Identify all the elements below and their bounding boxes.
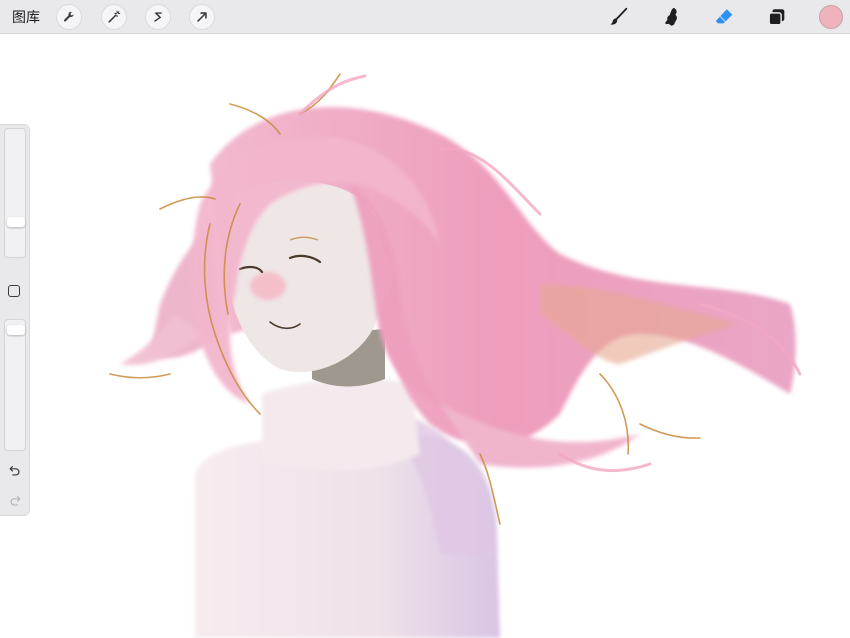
layers-icon [768, 9, 785, 26]
eraser-icon [715, 9, 733, 24]
transform-arrow-icon [197, 12, 207, 22]
wrench-icon [63, 11, 74, 22]
actions-button[interactable] [57, 5, 81, 29]
drawing-canvas[interactable] [0, 34, 850, 638]
transform-button[interactable] [190, 5, 214, 29]
layers-tool[interactable] [764, 4, 790, 30]
eraser-tool[interactable] [711, 4, 737, 30]
collar [262, 378, 420, 471]
smudge-tool[interactable] [659, 4, 685, 30]
smudge-icon [665, 7, 677, 26]
gallery-button[interactable]: 图库 [12, 7, 40, 27]
top-toolbar: 图库 [0, 0, 850, 34]
magic-wand-icon [108, 10, 121, 23]
selection-button[interactable] [146, 5, 170, 29]
adjustments-button[interactable] [102, 5, 126, 29]
girl-illustration [109, 73, 802, 638]
selection-icon [154, 12, 162, 22]
brush-icon [610, 7, 628, 25]
color-picker-swatch[interactable] [819, 5, 843, 29]
brush-tool[interactable] [606, 4, 632, 30]
